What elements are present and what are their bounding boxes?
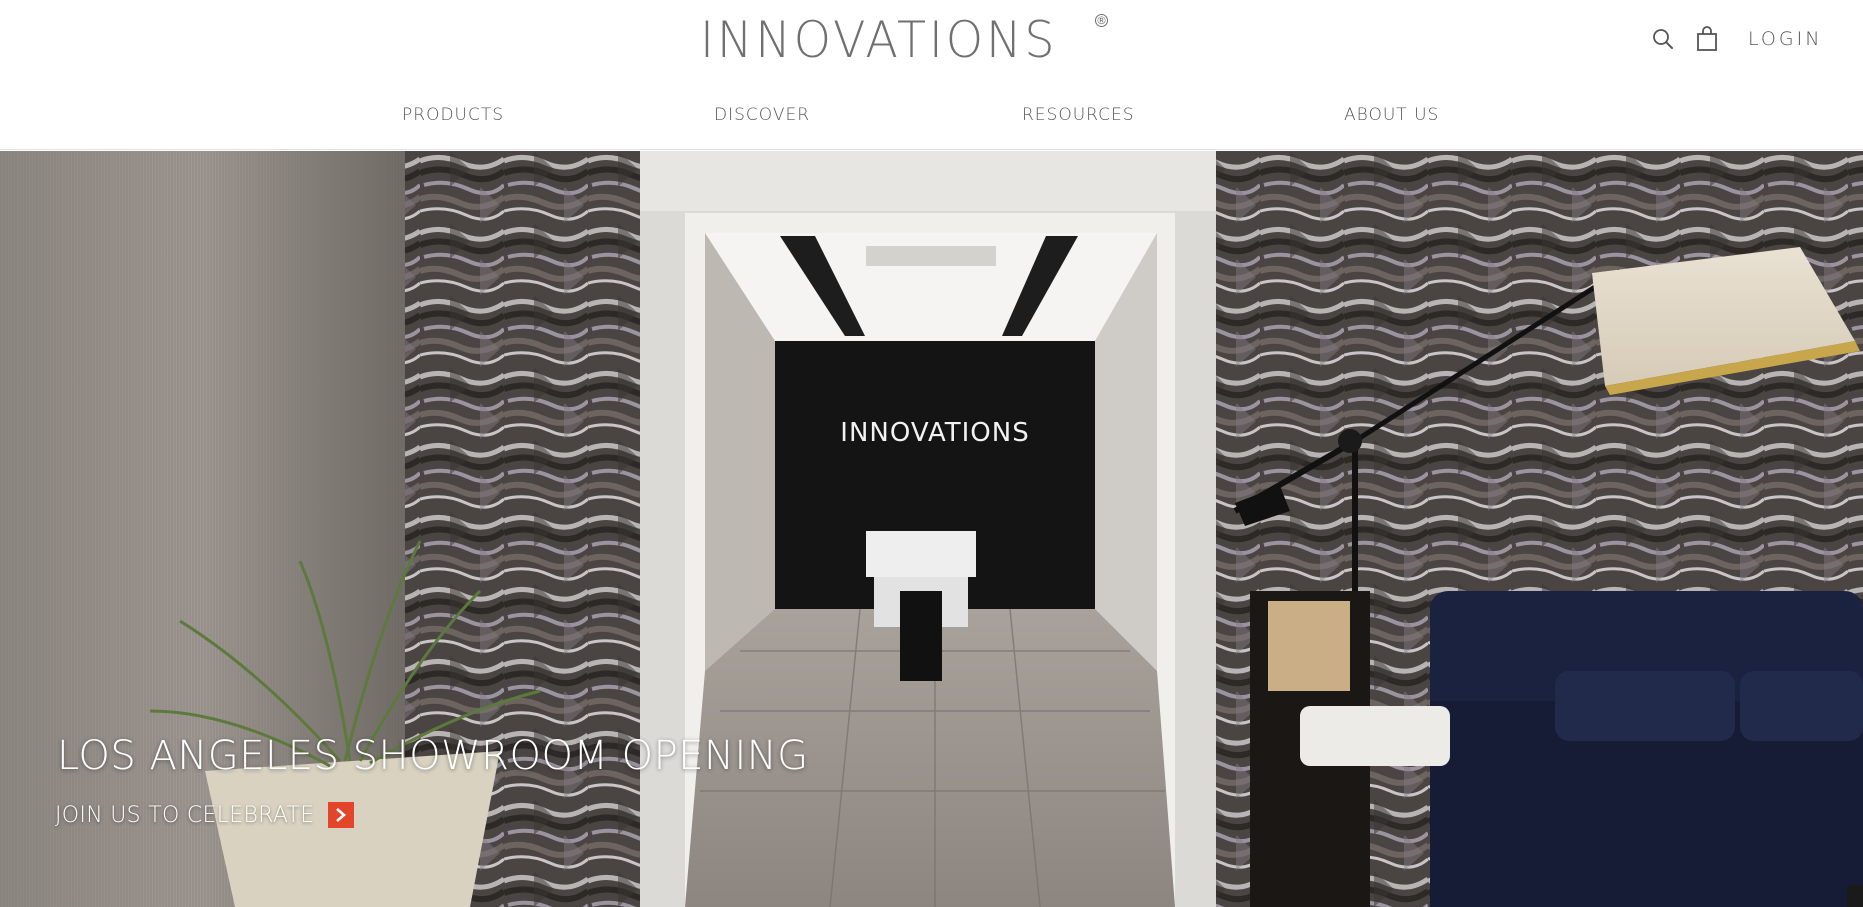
- registered-mark: ®: [1095, 14, 1108, 27]
- hero-banner[interactable]: INNOVATIONS LOS ANGELES SHOWROOM OPENING…: [0, 151, 1863, 907]
- logo-text: INNOVATIONS: [700, 11, 1058, 69]
- wall-sign-text: INNOVATIONS: [840, 418, 1029, 448]
- search-icon: [1653, 29, 1673, 49]
- shopping-bag-icon: [1697, 26, 1717, 51]
- nav-item-products[interactable]: PRODUCTS: [402, 100, 504, 130]
- nav-item-about-us[interactable]: ABOUT US: [1344, 100, 1439, 130]
- main-nav: PRODUCTS DISCOVER RESOURCES ABOUT US: [0, 100, 1863, 130]
- brand-logo[interactable]: INNOVATIONS ®: [700, 11, 1108, 69]
- chat-widget-corner[interactable]: [1847, 885, 1863, 907]
- hero-title: LOS ANGELES SHOWROOM OPENING: [57, 733, 809, 779]
- hero-cta-label: JOIN US TO CELEBRATE: [55, 802, 315, 828]
- login-link[interactable]: LOGIN: [1748, 26, 1822, 52]
- cart-button[interactable]: [1692, 24, 1722, 54]
- hero-showroom-image: INNOVATIONS: [0, 151, 1863, 907]
- site-header: INNOVATIONS ® LOGIN PRODUCTS DISCOVER RE…: [0, 0, 1863, 150]
- hero-cta-link[interactable]: JOIN US TO CELEBRATE: [55, 802, 355, 828]
- cta-arrow-button[interactable]: [328, 802, 355, 828]
- nav-item-resources[interactable]: RESOURCES: [1022, 100, 1135, 130]
- nav-item-discover[interactable]: DISCOVER: [714, 100, 810, 130]
- search-button[interactable]: [1648, 24, 1678, 54]
- chevron-right-icon: [336, 808, 347, 822]
